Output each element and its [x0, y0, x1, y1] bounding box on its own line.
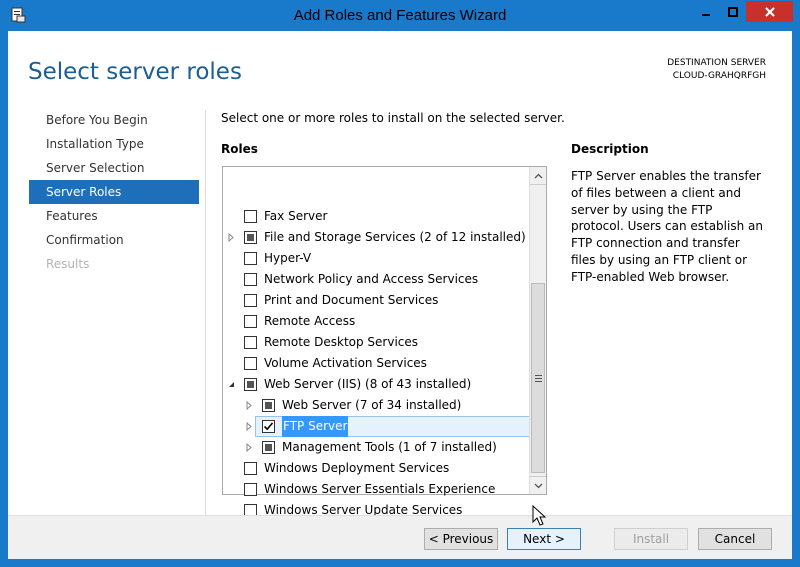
description-text: FTP Server enables the transfer of files…	[571, 169, 763, 284]
instructions-text: Select one or more roles to install on t…	[221, 111, 565, 125]
role-label: FTP Server	[282, 416, 349, 437]
window-title: Add Roles and Features Wizard	[293, 7, 507, 24]
nav-item-results: Results	[46, 257, 90, 271]
role-label: Network Policy and Access Services	[264, 272, 479, 286]
role-row[interactable]: Windows Server Essentials Experience	[225, 479, 525, 500]
role-label: Web Server (7 of 34 installed)	[282, 398, 462, 412]
chevron-down-icon	[534, 483, 542, 488]
nav-item-server-selection[interactable]: Server Selection	[29, 156, 199, 180]
expand-arrow-icon[interactable]	[243, 416, 255, 437]
destination-server: DESTINATION SERVER CLOUD-GRAHQRFGH	[667, 57, 766, 83]
role-checkbox[interactable]	[244, 231, 257, 244]
role-row[interactable]: Windows Deployment Services	[225, 458, 525, 479]
role-row[interactable]: Print and Document Services	[225, 290, 525, 311]
minimize-button[interactable]	[692, 1, 719, 22]
role-checkbox[interactable]	[262, 399, 275, 412]
nav-item-before-you-begin[interactable]: Before You Begin	[29, 108, 199, 132]
role-row[interactable]: Fax Server	[225, 206, 525, 227]
role-checkbox[interactable]	[244, 210, 257, 223]
nav-item-confirmation[interactable]: Confirmation	[29, 228, 199, 252]
role-label: Windows Deployment Services	[264, 461, 450, 475]
scroll-thumb[interactable]	[531, 283, 545, 473]
role-label: Remote Desktop Services	[264, 335, 419, 349]
wizard-content: Select server roles DESTINATION SERVER C…	[8, 31, 792, 559]
cancel-button[interactable]: Cancel	[698, 528, 772, 550]
role-label: Management Tools (1 of 7 installed)	[282, 440, 497, 454]
destination-label: DESTINATION SERVER	[667, 58, 766, 68]
nav-item-features[interactable]: Features	[29, 204, 199, 228]
role-label: Fax Server	[264, 209, 328, 223]
role-label: Windows Server Essentials Experience	[264, 482, 496, 496]
role-row[interactable]: Web Server (7 of 34 installed)	[243, 395, 525, 416]
minimize-icon	[701, 13, 710, 16]
roles-tree[interactable]: Fax Server File and Storage Services (2 o…	[222, 166, 547, 517]
wizard-window: Add Roles and Features Wizard Select ser…	[0, 0, 800, 567]
role-row[interactable]: Hyper-V	[225, 248, 525, 269]
role-label: Hyper-V	[264, 251, 312, 265]
role-checkbox[interactable]	[244, 252, 257, 265]
role-row[interactable]: Management Tools (1 of 7 installed)	[243, 437, 525, 458]
close-button[interactable]	[746, 1, 793, 22]
grip-icon	[534, 374, 542, 382]
nav-item-server-roles[interactable]: Server Roles	[29, 180, 199, 204]
next-button[interactable]: Next >	[507, 528, 581, 550]
role-checkbox[interactable]	[244, 336, 257, 349]
chevron-up-icon	[534, 173, 542, 178]
role-row[interactable]: Remote Access	[225, 311, 525, 332]
role-checkbox[interactable]	[244, 357, 257, 370]
checkmark-icon	[263, 422, 274, 431]
close-icon	[764, 6, 775, 17]
collapse-arrow-icon[interactable]	[225, 374, 237, 395]
roles-heading: Roles	[221, 142, 258, 156]
role-row[interactable]: Remote Desktop Services	[225, 332, 525, 353]
role-checkbox[interactable]	[244, 378, 257, 391]
role-checkbox[interactable]	[244, 273, 257, 286]
nav-item-installation-type[interactable]: Installation Type	[29, 132, 199, 156]
role-checkbox[interactable]	[262, 420, 275, 433]
roles-scrollbar[interactable]	[529, 167, 546, 494]
role-label: File and Storage Services (2 of 12 insta…	[264, 230, 526, 244]
description-heading: Description	[571, 142, 649, 156]
destination-value: CLOUD-GRAHQRFGH	[672, 71, 766, 81]
wizard-nav: Before You Begin Installation Type Serve…	[29, 108, 199, 276]
scroll-up-button[interactable]	[530, 167, 546, 185]
role-row[interactable]: Network Policy and Access Services	[225, 269, 525, 290]
expand-arrow-icon[interactable]	[225, 227, 237, 248]
role-checkbox[interactable]	[244, 315, 257, 328]
previous-button[interactable]: < Previous	[424, 528, 498, 550]
role-checkbox[interactable]	[262, 441, 275, 454]
role-checkbox[interactable]	[244, 462, 257, 475]
role-row[interactable]: Web Server (IIS) (8 of 43 installed)	[225, 374, 525, 395]
wizard-footer: < Previous Next > Install Cancel	[8, 515, 792, 559]
install-button: Install	[614, 528, 688, 550]
expand-arrow-icon[interactable]	[243, 437, 255, 458]
maximize-button[interactable]	[719, 1, 746, 22]
maximize-icon	[727, 6, 738, 17]
role-label: Web Server (IIS) (8 of 43 installed)	[264, 377, 472, 391]
role-checkbox[interactable]	[244, 483, 257, 496]
role-label: Print and Document Services	[264, 293, 439, 307]
mouse-cursor-icon	[532, 505, 547, 526]
title-bar[interactable]: Add Roles and Features Wizard	[0, 0, 800, 31]
nav-divider	[205, 110, 206, 518]
role-label: Volume Activation Services	[264, 356, 427, 370]
role-checkbox[interactable]	[244, 294, 257, 307]
page-title: Select server roles	[28, 59, 242, 85]
role-row[interactable]: FTP Server	[243, 416, 544, 437]
role-label: Remote Access	[264, 314, 356, 328]
role-row[interactable]: Volume Activation Services	[225, 353, 525, 374]
expand-arrow-icon[interactable]	[243, 395, 255, 416]
scroll-down-button[interactable]	[530, 476, 546, 494]
role-row[interactable]: File and Storage Services (2 of 12 insta…	[225, 227, 526, 248]
